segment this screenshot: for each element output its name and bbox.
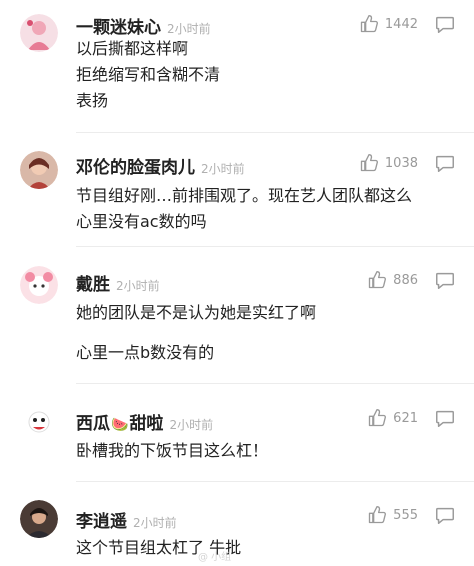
like-count: 1038 [384, 155, 418, 171]
timestamp: 2小时前 [167, 22, 211, 36]
watermelon-icon: 🍉 [111, 417, 129, 433]
reply-icon[interactable] [434, 152, 456, 174]
divider [76, 481, 474, 482]
user-avatar[interactable] [20, 403, 58, 441]
like-count: 555 [393, 507, 418, 523]
comment-text: 卧槽我的下饭节目这么杠！ [76, 441, 269, 460]
timestamp: 2小时前 [116, 279, 160, 293]
thumbs-up-icon [369, 409, 387, 427]
like-button[interactable]: 1442 [359, 14, 418, 34]
timestamp: 2小时前 [201, 162, 245, 176]
user-avatar[interactable] [20, 266, 58, 304]
user-avatar[interactable] [20, 500, 58, 538]
timestamp: 2小时前 [133, 516, 177, 530]
reply-icon[interactable] [434, 407, 456, 429]
username-suffix[interactable]: 甜啦 [129, 409, 163, 434]
reply-icon[interactable] [434, 504, 456, 526]
thumbs-up-icon [369, 271, 387, 289]
like-count: 886 [393, 272, 418, 288]
comment-text: 节目组好刚…前排围观了。现在艺人团队都这么 心里没有ac数的吗 [76, 186, 413, 231]
timestamp: 2小时前 [169, 418, 214, 432]
thumbs-up-icon [369, 506, 387, 524]
like-button[interactable]: 1038 [359, 153, 418, 173]
username[interactable]: 李逍遥 [76, 507, 127, 532]
like-button[interactable]: 886 [367, 270, 418, 290]
thumbs-up-icon [360, 154, 378, 172]
reply-icon[interactable] [434, 13, 456, 35]
user-avatar[interactable] [20, 14, 58, 52]
like-button[interactable]: 621 [367, 408, 418, 428]
comment-text: 以后撕都这样啊 拒绝缩写和含糊不清 表扬 [76, 39, 221, 110]
thumbs-up-icon [360, 15, 378, 33]
comment-text: 她的团队是不是认为她是实红了啊 心里一点b数没有的 [76, 303, 317, 362]
username[interactable]: 戴胜 [76, 270, 110, 295]
watermark: @ 小组 [198, 552, 232, 563]
divider [76, 246, 474, 247]
reply-icon[interactable] [434, 269, 456, 291]
username[interactable]: 邓伦的脸蛋肉儿 [76, 153, 195, 178]
username[interactable]: 西瓜 [76, 409, 110, 434]
like-count: 621 [393, 410, 418, 426]
divider [76, 132, 474, 133]
like-button[interactable]: 555 [367, 505, 418, 525]
user-avatar[interactable] [20, 151, 58, 189]
like-count: 1442 [384, 16, 418, 32]
divider [76, 383, 474, 384]
username[interactable]: 一颗迷妹心 [76, 13, 161, 38]
